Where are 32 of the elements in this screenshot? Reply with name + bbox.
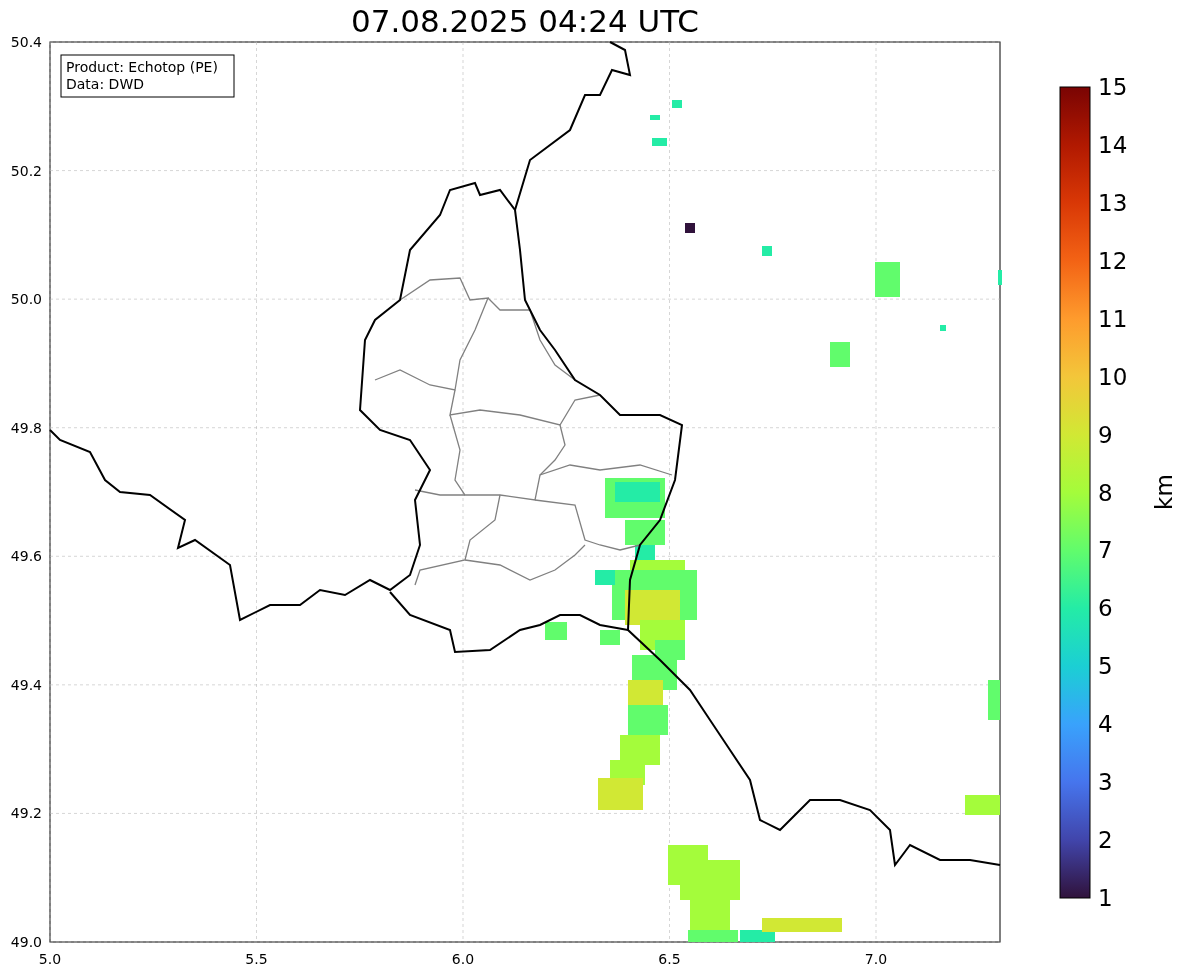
axis-tick-label: 7.0 xyxy=(864,951,888,967)
axis-tick-label: 49.2 xyxy=(10,805,42,822)
axis-tick-label: 50.2 xyxy=(10,162,42,179)
axis-tick-label: 49.4 xyxy=(10,676,42,693)
colorbar-tick-label: 5 xyxy=(1098,653,1113,680)
colorbar-tick-label: 11 xyxy=(1098,305,1128,332)
axis-tick-label: 49.8 xyxy=(10,419,42,436)
legend-text: Product: Echotop (PE) xyxy=(66,59,218,75)
colorbar-tick-label: 8 xyxy=(1098,479,1113,506)
colorbar-label: km xyxy=(1150,474,1177,510)
colorbar-tick-label: 3 xyxy=(1098,769,1113,796)
colorbar-tick-label: 1 xyxy=(1098,885,1113,911)
colorbar-tick-label: 9 xyxy=(1098,421,1113,448)
axis-tick-label: 49.0 xyxy=(10,934,42,950)
legend-text: Data: DWD xyxy=(66,76,144,92)
axis-tick-label: 6.5 xyxy=(658,951,681,967)
colorbar-tick-label: 12 xyxy=(1098,247,1128,274)
colorbar-tick-label: 6 xyxy=(1098,595,1113,622)
axis-tick-label: 49.6 xyxy=(10,548,42,565)
axis-tick-label: 5.0 xyxy=(38,951,62,967)
colorbar-tick-label: 2 xyxy=(1098,827,1113,854)
axis-tick-label: 6.0 xyxy=(451,951,475,967)
colorbar-tick-label: 14 xyxy=(1098,131,1128,158)
axis-tick-label: 50.0 xyxy=(10,291,42,308)
colorbar-tick-label: 10 xyxy=(1098,363,1128,390)
colorbar-tick-label: 4 xyxy=(1098,711,1113,738)
axis-tick-label: 50.4 xyxy=(10,34,42,50)
colorbar-tick-label: 15 xyxy=(1098,74,1128,100)
colorbar-tick-label: 13 xyxy=(1098,189,1128,216)
figure-title: 07.08.2025 04:24 UTC xyxy=(351,5,699,37)
colorbar-tick-label: 7 xyxy=(1098,537,1113,564)
axis-tick-label: 5.5 xyxy=(245,951,268,967)
